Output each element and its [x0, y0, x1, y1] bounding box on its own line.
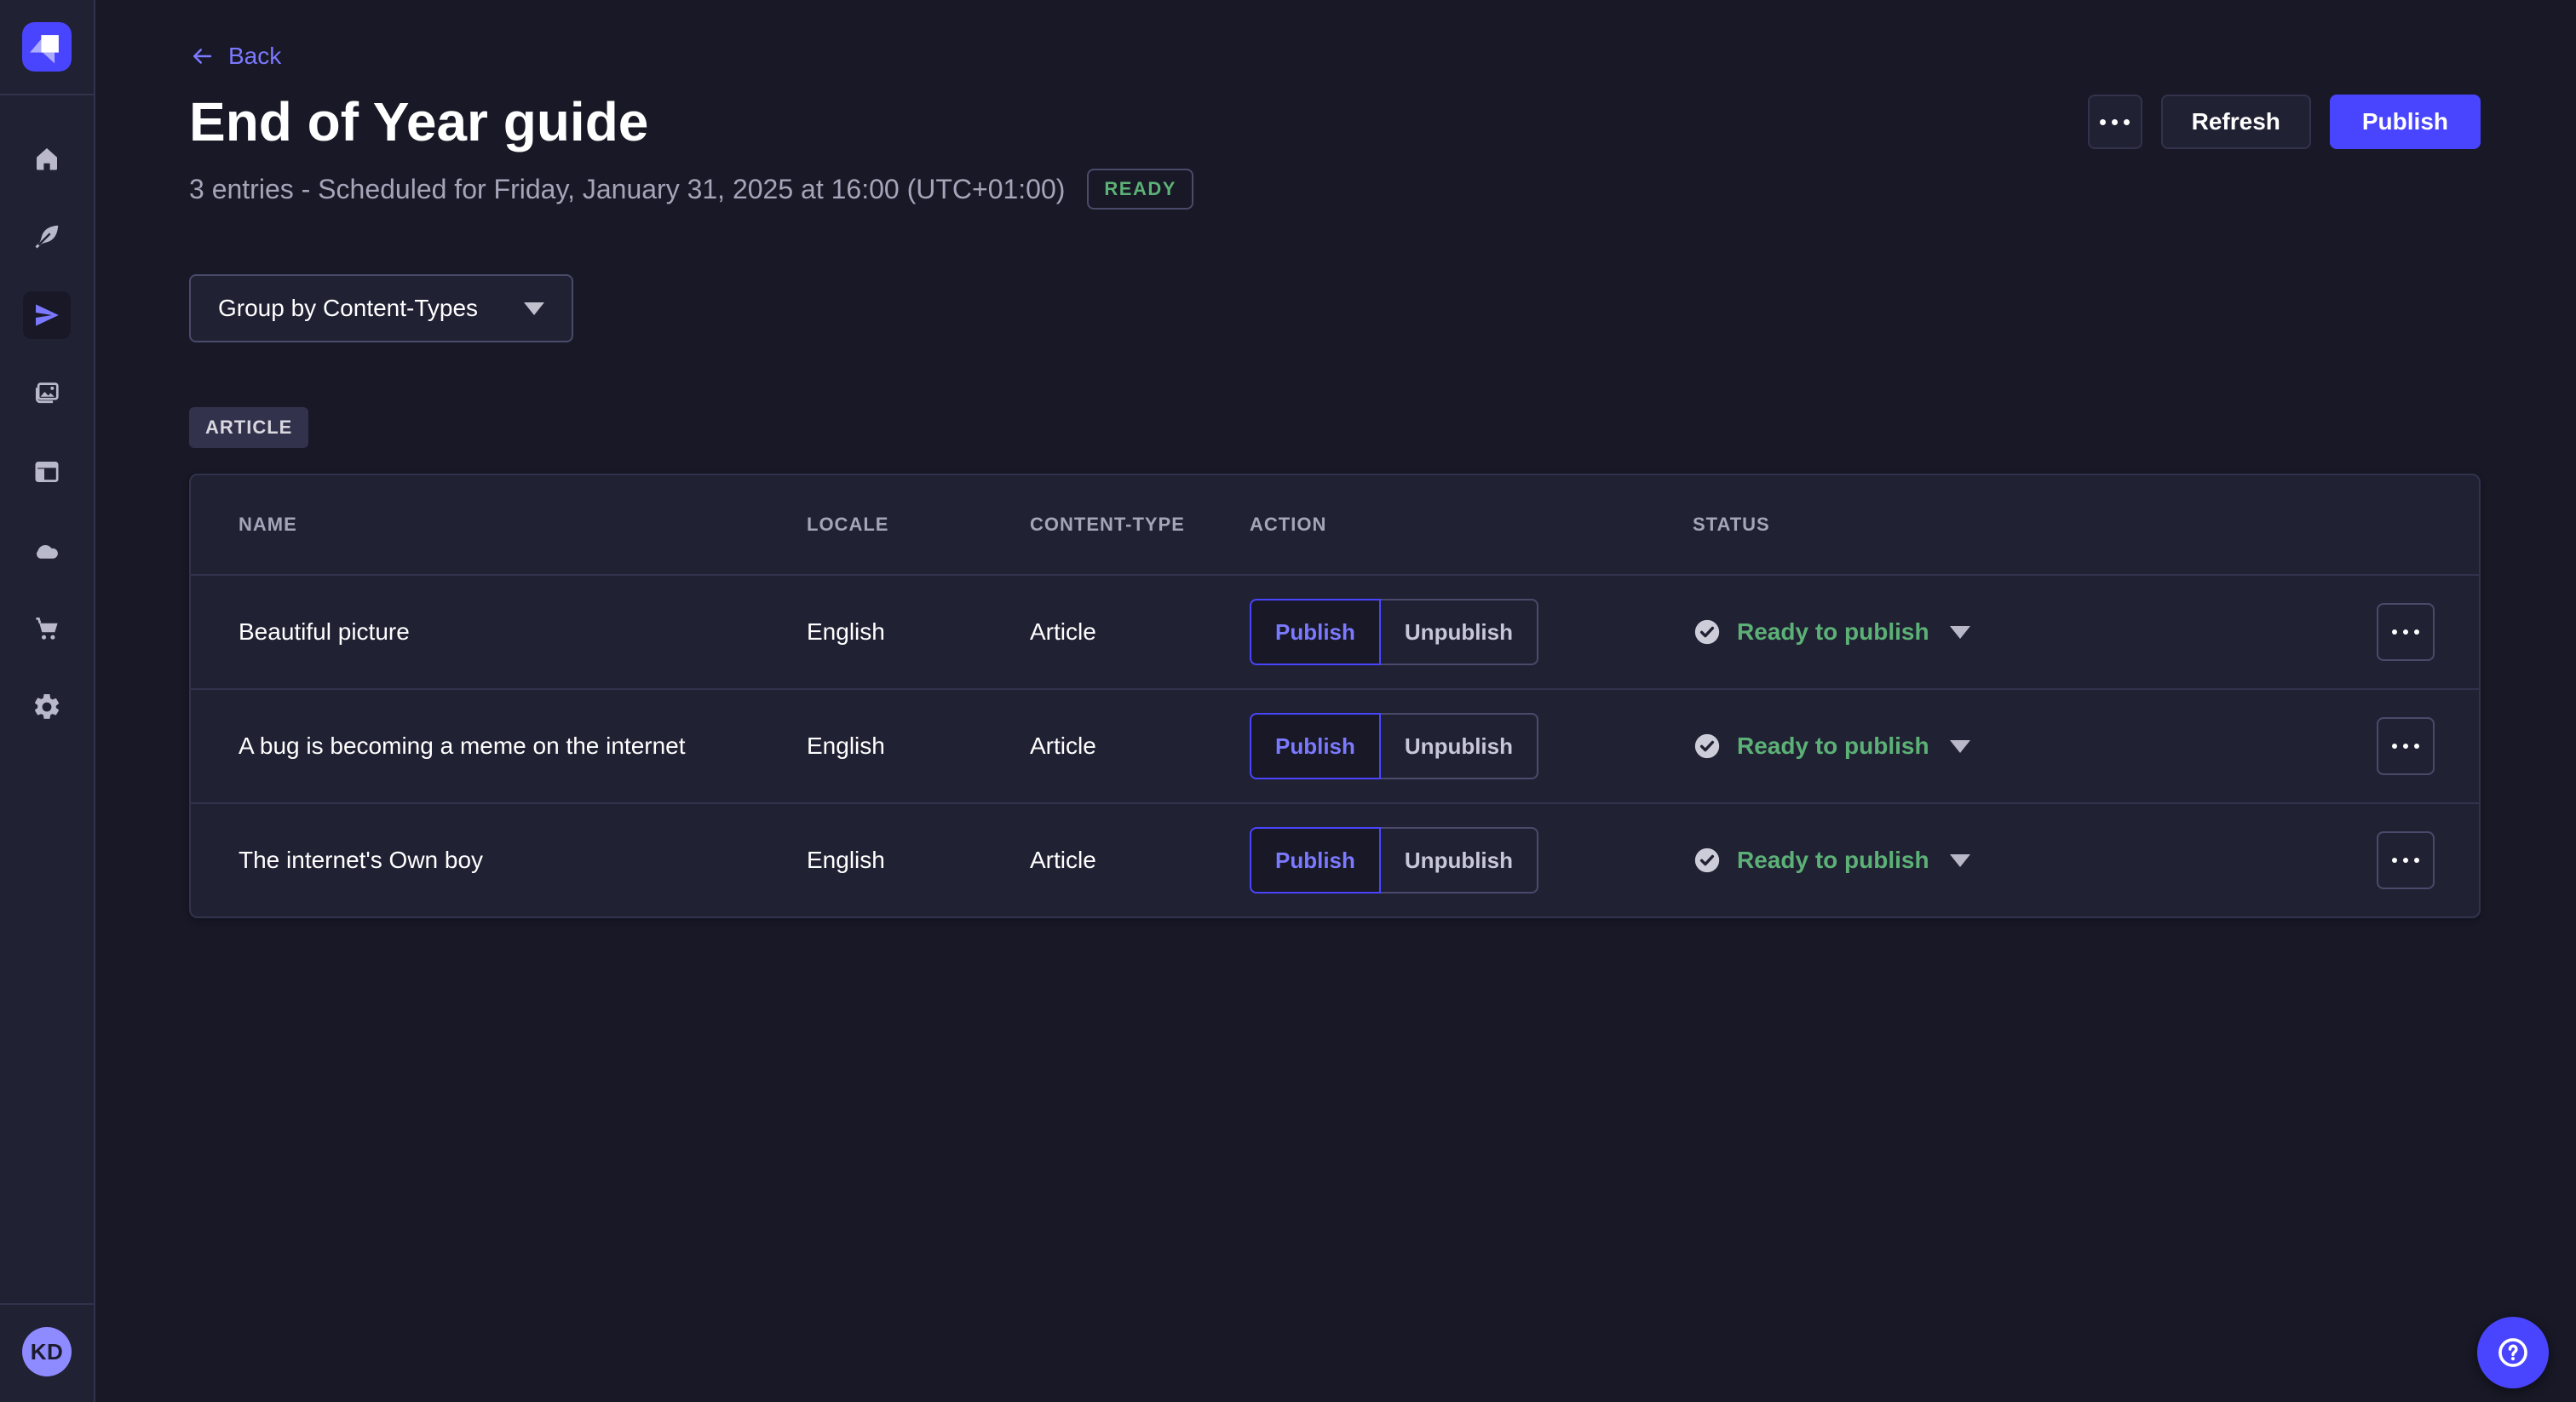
entry-locale: English [807, 618, 1030, 646]
title-row: End of Year guide Refresh Publish [189, 92, 2481, 152]
status-dropdown[interactable]: Ready to publish [1693, 732, 2376, 761]
release-subtitle: 3 entries - Scheduled for Friday, Januar… [189, 174, 1065, 205]
entries-table: NAME LOCALE CONTENT-TYPE ACTION STATUS B… [189, 474, 2481, 918]
status-label: Ready to publish [1737, 847, 1929, 874]
layout-icon [32, 457, 62, 487]
toolbar: Group by Content-Types [189, 274, 2481, 342]
main-content: Back End of Year guide Refresh Publish 3… [95, 0, 2576, 1402]
action-toggle-group: Publish Unpublish [1250, 827, 1693, 893]
more-horizontal-icon [2100, 119, 2130, 125]
column-header-locale: LOCALE [807, 514, 1030, 536]
entry-content-type: Article [1030, 733, 1250, 760]
help-button[interactable] [2477, 1317, 2549, 1388]
sidebar-nav [23, 135, 71, 1303]
sidebar-item-marketplace[interactable] [23, 605, 71, 652]
publish-action-button[interactable]: Publish [1250, 827, 1381, 893]
page-title: End of Year guide [189, 92, 648, 152]
cart-icon [32, 613, 62, 644]
sidebar-item-home[interactable] [23, 135, 71, 182]
row-more-options-button[interactable] [2377, 831, 2435, 889]
check-circle-icon [1693, 618, 1722, 646]
table-row: Beautiful picture English Article Publis… [191, 574, 2479, 688]
entry-name: The internet's Own boy [239, 847, 807, 874]
sidebar-item-content-manager[interactable] [23, 213, 71, 261]
more-horizontal-icon [2392, 858, 2419, 863]
entry-content-type: Article [1030, 618, 1250, 646]
status-label: Ready to publish [1737, 618, 1929, 646]
status-dropdown[interactable]: Ready to publish [1693, 846, 2376, 875]
content-type-group-badge: ARTICLE [189, 407, 308, 448]
unpublish-action-button[interactable]: Unpublish [1379, 599, 1538, 665]
sidebar-item-deploy[interactable] [23, 526, 71, 574]
back-label: Back [228, 43, 281, 70]
entry-locale: English [807, 733, 1030, 760]
more-options-button[interactable] [2088, 95, 2142, 149]
status-label: Ready to publish [1737, 733, 1929, 760]
column-header-status: STATUS [1693, 514, 2376, 536]
table-header: NAME LOCALE CONTENT-TYPE ACTION STATUS [191, 475, 2479, 574]
sidebar-item-content-type-builder[interactable] [23, 448, 71, 496]
status-dropdown[interactable]: Ready to publish [1693, 618, 2376, 646]
images-icon [32, 378, 62, 409]
chevron-down-icon [524, 302, 544, 315]
column-header-content-type: CONTENT-TYPE [1030, 514, 1250, 536]
row-more-options-button[interactable] [2377, 603, 2435, 661]
chevron-down-icon [1950, 626, 1970, 639]
group-by-label: Group by Content-Types [218, 295, 478, 322]
strapi-logo-icon[interactable] [22, 22, 72, 72]
unpublish-action-button[interactable]: Unpublish [1379, 713, 1538, 779]
gear-icon [32, 692, 62, 722]
publish-action-button[interactable]: Publish [1250, 599, 1381, 665]
feather-icon [32, 221, 62, 252]
chevron-down-icon [1950, 740, 1970, 753]
group-by-select[interactable]: Group by Content-Types [189, 274, 573, 342]
entry-name: Beautiful picture [239, 618, 807, 646]
paper-plane-icon [32, 300, 62, 330]
more-horizontal-icon [2392, 744, 2419, 749]
sidebar-item-settings[interactable] [23, 683, 71, 731]
refresh-button[interactable]: Refresh [2161, 95, 2311, 149]
column-header-action: ACTION [1250, 514, 1693, 536]
column-header-name: NAME [239, 514, 807, 536]
entry-content-type: Article [1030, 847, 1250, 874]
publish-action-button[interactable]: Publish [1250, 713, 1381, 779]
table-row: The internet's Own boy English Article P… [191, 802, 2479, 916]
arrow-left-icon [189, 43, 215, 69]
header-actions: Refresh Publish [2088, 95, 2481, 149]
sidebar-item-media-library[interactable] [23, 370, 71, 417]
check-circle-icon [1693, 732, 1722, 761]
chevron-down-icon [1950, 854, 1970, 867]
table-row: A bug is becoming a meme on the internet… [191, 688, 2479, 802]
ready-status-badge: READY [1087, 169, 1193, 210]
check-circle-icon [1693, 846, 1722, 875]
publish-release-button[interactable]: Publish [2330, 95, 2481, 149]
action-toggle-group: Publish Unpublish [1250, 599, 1693, 665]
app-window: KD Back End of Year guide Refresh Publis… [0, 0, 2576, 1402]
sidebar: KD [0, 0, 95, 1402]
avatar-section: KD [0, 1303, 94, 1402]
subtitle-row: 3 entries - Scheduled for Friday, Januar… [189, 169, 2481, 210]
sidebar-item-releases[interactable] [23, 291, 71, 339]
avatar[interactable]: KD [22, 1327, 72, 1376]
entry-locale: English [807, 847, 1030, 874]
action-toggle-group: Publish Unpublish [1250, 713, 1693, 779]
row-more-options-button[interactable] [2377, 717, 2435, 775]
entry-name: A bug is becoming a meme on the internet [239, 733, 807, 760]
unpublish-action-button[interactable]: Unpublish [1379, 827, 1538, 893]
cloud-icon [32, 535, 62, 566]
more-horizontal-icon [2392, 629, 2419, 635]
back-link[interactable]: Back [189, 43, 281, 70]
question-circle-icon [2494, 1334, 2532, 1371]
home-icon [32, 143, 62, 174]
logo-section [0, 0, 94, 95]
